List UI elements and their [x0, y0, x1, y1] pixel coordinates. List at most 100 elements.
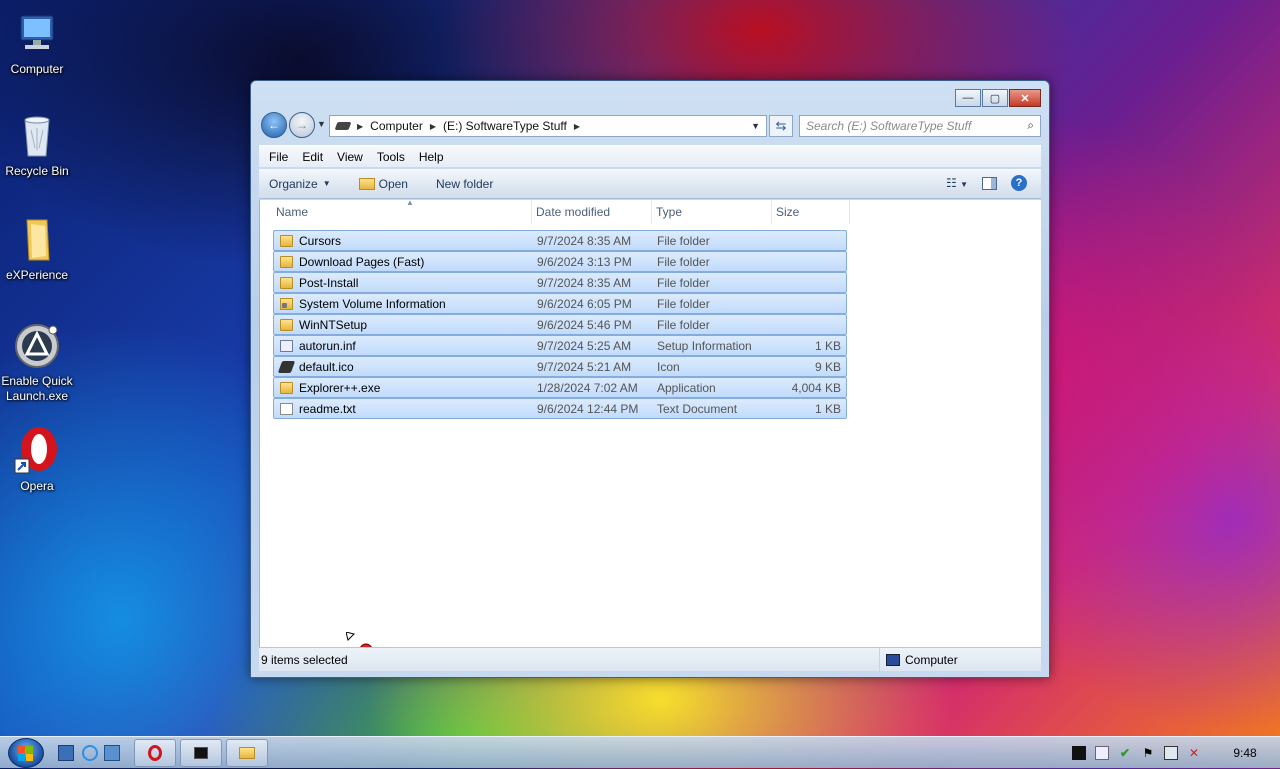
file-row[interactable]: autorun.inf 9/7/2024 5:25 AM Setup Infor…	[273, 335, 847, 356]
breadcrumb-separator-icon[interactable]: ▶	[574, 122, 580, 131]
security-check-icon[interactable]: ✔	[1118, 746, 1132, 760]
column-date-modified[interactable]: Date modified	[532, 200, 652, 224]
taskbar-explorer[interactable]	[226, 739, 268, 767]
file-type: File folder	[657, 254, 710, 269]
forward-button[interactable]: →	[289, 112, 315, 138]
network-icon[interactable]	[1164, 746, 1178, 760]
sort-ascending-icon: ▲	[406, 198, 414, 207]
document-icon[interactable]	[1095, 746, 1109, 760]
computer-icon	[886, 653, 900, 666]
launcher-icon	[13, 322, 61, 370]
switch-windows-icon[interactable]	[104, 745, 120, 761]
search-placeholder: Search (E:) SoftwareType Stuff	[806, 119, 972, 133]
file-name: System Volume Information	[299, 296, 446, 311]
status-location-label: Computer	[905, 652, 958, 667]
console-icon[interactable]	[1072, 746, 1086, 760]
menu-edit[interactable]: Edit	[302, 150, 323, 164]
explorer-window: — ▢ ✕ ← → ▼ ▶ Computer ▶ (E:) SoftwareTy…	[250, 80, 1050, 678]
taskbar-terminal[interactable]	[180, 739, 222, 767]
file-row[interactable]: Download Pages (Fast) 9/6/2024 3:13 PM F…	[273, 251, 847, 272]
file-row[interactable]: Explorer++.exe 1/28/2024 7:02 AM Applica…	[273, 377, 847, 398]
folder-icon	[280, 318, 293, 331]
folder-icon	[280, 234, 293, 247]
breadcrumb-drive[interactable]: (E:) SoftwareType Stuff	[443, 119, 567, 133]
search-input[interactable]: Search (E:) SoftwareType Stuff ⌕	[799, 115, 1041, 137]
folder-icon	[239, 747, 255, 759]
navigation-bar: ← → ▼ ▶ Computer ▶ (E:) SoftwareType Stu…	[259, 111, 1041, 139]
new-folder-label: New folder	[435, 176, 494, 191]
recent-pages-dropdown-icon[interactable]: ▼	[317, 119, 326, 129]
folder-icon	[280, 255, 293, 268]
organize-label: Organize	[269, 176, 318, 191]
file-size: 9 KB	[814, 359, 841, 374]
file-row[interactable]: default.ico 9/7/2024 5:21 AM Icon 9 KB	[273, 356, 847, 377]
taskbar-opera[interactable]	[134, 739, 176, 767]
system-tray: ✔ ⚑ ✕ 9:48	[1072, 737, 1280, 769]
desktop-icon-computer[interactable]: Computer	[0, 10, 77, 77]
file-row[interactable]: Post-Install 9/7/2024 8:35 AM File folde…	[273, 272, 847, 293]
menu-tools[interactable]: Tools	[377, 150, 405, 164]
organize-button[interactable]: Organize ▼	[269, 177, 331, 191]
arrow-left-icon: ←	[268, 118, 280, 132]
help-icon[interactable]: ?	[1011, 175, 1027, 191]
windows-logo-icon	[18, 746, 34, 762]
menu-file[interactable]: File	[269, 150, 288, 164]
address-bar[interactable]: ▶ Computer ▶ (E:) SoftwareType Stuff ▶ ▼	[329, 115, 767, 137]
file-size: 4,004 KB	[791, 380, 841, 395]
ico-file-icon	[277, 360, 296, 373]
desktop-icon-label: Opera	[20, 479, 54, 493]
recycle-bin-icon	[13, 112, 61, 160]
maximize-button[interactable]: ▢	[982, 89, 1008, 107]
file-name: readme.txt	[299, 401, 356, 416]
close-button[interactable]: ✕	[1009, 89, 1041, 107]
file-type: File folder	[657, 317, 710, 332]
file-row[interactable]: System Volume Information 9/6/2024 6:05 …	[273, 293, 847, 314]
address-dropdown-icon[interactable]: ▼	[751, 121, 760, 131]
volume-muted-icon[interactable]: ✕	[1187, 746, 1201, 760]
view-controls: ☷ ▼ ?	[932, 175, 1027, 191]
file-row[interactable]: Cursors 9/7/2024 8:35 AM File folder	[273, 230, 847, 251]
internet-explorer-icon[interactable]	[82, 745, 98, 761]
breadcrumb-separator-icon[interactable]: ▶	[430, 122, 436, 131]
desktop-icon-enable-quick-launch[interactable]: Enable Quick Launch.exe	[0, 322, 77, 404]
computer-icon	[13, 10, 61, 58]
column-name[interactable]: Name	[272, 200, 532, 224]
file-type: Setup Information	[657, 338, 752, 353]
menu-view[interactable]: View	[337, 150, 363, 164]
file-rows: Cursors 9/7/2024 8:35 AM File folder Dow…	[273, 230, 847, 419]
preview-pane-icon[interactable]	[982, 176, 997, 190]
file-row[interactable]: WinNTSetup 9/6/2024 5:46 PM File folder	[273, 314, 847, 335]
desktop-icon-recycle-bin[interactable]: Recycle Bin	[0, 112, 77, 179]
file-date: 9/7/2024 8:35 AM	[537, 275, 632, 290]
start-button[interactable]	[8, 738, 44, 768]
show-desktop-icon[interactable]	[58, 745, 74, 761]
taskbar-clock[interactable]: 9:48	[1210, 746, 1280, 760]
new-folder-button[interactable]: New folder	[436, 177, 493, 191]
file-row[interactable]: readme.txt 9/6/2024 12:44 PM Text Docume…	[273, 398, 847, 419]
status-location: Computer	[879, 647, 958, 672]
opera-icon	[13, 427, 61, 475]
file-size: 1 KB	[814, 401, 841, 416]
file-name: Download Pages (Fast)	[299, 254, 425, 269]
flag-icon[interactable]: ⚑	[1141, 746, 1155, 760]
breadcrumb-computer[interactable]: Computer	[370, 119, 423, 133]
refresh-button[interactable]: ⇆	[769, 115, 793, 137]
file-type: File folder	[657, 296, 710, 311]
menu-help[interactable]: Help	[419, 150, 444, 164]
open-button[interactable]: Open	[358, 177, 408, 191]
views-icon[interactable]: ☷ ▼	[946, 176, 968, 190]
arrow-right-icon: →	[296, 118, 308, 132]
back-button[interactable]: ←	[261, 112, 287, 138]
file-type: Application	[657, 380, 716, 395]
column-type[interactable]: Type	[652, 200, 772, 224]
folder-app-icon	[280, 381, 293, 394]
minimize-button[interactable]: —	[955, 89, 981, 107]
search-icon: ⌕	[1027, 118, 1034, 132]
desktop-icon-opera[interactable]: Opera	[0, 427, 77, 494]
chevron-down-icon: ▼	[322, 179, 331, 188]
file-list-pane: Name Date modified Type Size ▲ Cursors 9…	[259, 198, 1041, 661]
drive-icon	[334, 122, 352, 130]
column-size[interactable]: Size	[772, 200, 850, 224]
desktop-icon-experience[interactable]: eXPerience	[0, 216, 77, 283]
breadcrumb-separator-icon[interactable]: ▶	[357, 122, 363, 131]
